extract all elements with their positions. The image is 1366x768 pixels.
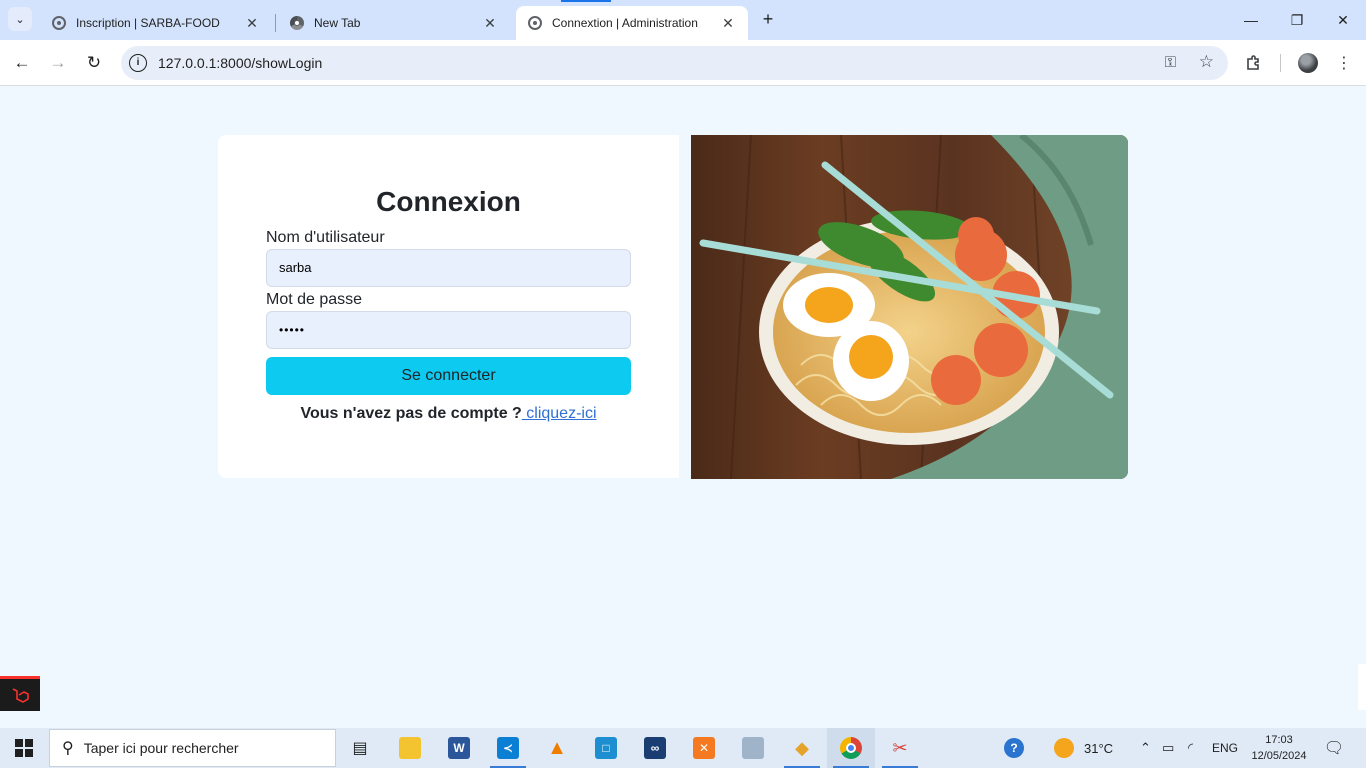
tab-strip: ⌄ Inscription | SARBA-FOOD ✕ New Tab ✕ C…: [0, 0, 1366, 40]
close-icon[interactable]: ✕: [720, 15, 736, 31]
tab-title: Inscription | SARBA-FOOD: [76, 16, 220, 30]
help-icon[interactable]: ?: [1004, 728, 1024, 768]
language-indicator[interactable]: ENG: [1212, 728, 1238, 768]
restore-button[interactable]: ❐: [1274, 0, 1320, 40]
tab-divider: [275, 14, 276, 32]
profile-avatar[interactable]: [1298, 53, 1318, 73]
dbeaver-icon[interactable]: ◆: [778, 728, 826, 768]
task-view-icon[interactable]: ▤: [336, 728, 384, 768]
bookmark-star-icon[interactable]: ☆: [1199, 52, 1214, 72]
taskbar: ⚲ Taper ici pour rechercher ▤ W ≺ ▲ □ ∞ …: [0, 728, 1366, 768]
close-icon[interactable]: ✕: [482, 15, 498, 31]
visual-studio-icon[interactable]: ∞: [631, 728, 679, 768]
windows-start-button[interactable]: [0, 728, 48, 768]
chevron-up-icon[interactable]: ⌃: [1140, 728, 1151, 768]
toolbar-divider: [1280, 54, 1281, 72]
reload-button[interactable]: ↻: [80, 49, 108, 77]
url-text[interactable]: 127.0.0.1:8000/showLogin: [158, 55, 322, 71]
login-button[interactable]: Se connecter: [266, 357, 631, 395]
wifi-icon[interactable]: ◜: [1188, 728, 1193, 768]
extensions-icon[interactable]: [1240, 49, 1268, 77]
globe-icon: [528, 16, 542, 30]
tab-inscription[interactable]: Inscription | SARBA-FOOD ✕: [40, 6, 272, 40]
chrome-icon: [290, 16, 304, 30]
forward-button[interactable]: →: [44, 49, 72, 77]
password-field[interactable]: •••••: [266, 311, 631, 349]
system-clock[interactable]: 17:03 12/05/2024: [1248, 732, 1310, 764]
image-viewer-icon[interactable]: [729, 728, 777, 768]
weather-temperature: 31°C: [1084, 740, 1114, 756]
snipping-tool-icon[interactable]: ✂: [876, 728, 924, 768]
weather-sun-icon: [1054, 738, 1074, 758]
active-tab-indicator: [561, 0, 611, 2]
page-title: Connexion: [376, 186, 521, 217]
tab-title: Connextion | Administration: [552, 16, 698, 30]
close-icon[interactable]: ✕: [244, 15, 260, 31]
new-tab-button[interactable]: +: [758, 9, 778, 29]
scrollbar[interactable]: [1358, 664, 1366, 710]
taskbar-search-placeholder: Taper ici pour rechercher: [83, 740, 239, 756]
search-icon: ⚲: [62, 740, 74, 757]
signup-link[interactable]: cliquez-ici: [522, 405, 596, 422]
clock-time: 17:03: [1265, 734, 1293, 746]
tab-search-button[interactable]: ⌄: [8, 7, 32, 31]
chrome-taskbar-icon[interactable]: [827, 728, 875, 768]
password-label: Mot de passe: [266, 291, 363, 308]
battery-icon[interactable]: ▭: [1162, 728, 1174, 768]
clock-date: 12/05/2024: [1251, 750, 1307, 762]
chevron-down-icon: ⌄: [15, 13, 25, 26]
laravel-debug-icon[interactable]: [0, 676, 40, 711]
site-info-icon[interactable]: i: [129, 54, 147, 72]
signup-prompt: Vous n'avez pas de compte ? cliquez-ici: [218, 405, 679, 423]
menu-kebab-icon[interactable]: ⋮: [1330, 49, 1358, 77]
tab-title: New Tab: [314, 16, 361, 30]
vscode-icon[interactable]: ≺: [484, 728, 532, 768]
username-field[interactable]: sarba: [266, 249, 631, 287]
xampp-icon[interactable]: ✕: [680, 728, 728, 768]
weather-widget[interactable]: 31°C: [1054, 728, 1113, 768]
word-icon[interactable]: W: [435, 728, 483, 768]
key-icon[interactable]: ⚿: [1165, 54, 1176, 71]
back-button[interactable]: ←: [8, 49, 36, 77]
vlc-icon[interactable]: ▲: [533, 728, 581, 768]
close-window-button[interactable]: ✕: [1320, 0, 1366, 40]
minimize-button[interactable]: —: [1228, 0, 1274, 40]
browser-toolbar: ← → ↻ i 127.0.0.1:8000/showLogin ⚿ ☆ ⋮: [0, 40, 1366, 86]
virtualbox-icon[interactable]: □: [582, 728, 630, 768]
taskbar-search-input[interactable]: ⚲ Taper ici pour rechercher: [49, 729, 336, 767]
address-bar[interactable]: i 127.0.0.1:8000/showLogin ⚿ ☆: [121, 46, 1228, 80]
ramen-bowl-image: [691, 135, 1128, 479]
globe-icon: [52, 16, 66, 30]
signup-prompt-text: Vous n'avez pas de compte ?: [300, 405, 522, 422]
tab-new-tab[interactable]: New Tab ✕: [278, 6, 510, 40]
username-label: Nom d'utilisateur: [266, 229, 385, 246]
login-card: Connexion Nom d'utilisateur sarba Mot de…: [218, 135, 679, 478]
tab-connexion[interactable]: Connextion | Administration ✕: [516, 6, 748, 40]
notification-icon[interactable]: 🗨: [1322, 728, 1346, 768]
file-explorer-icon[interactable]: [386, 728, 434, 768]
